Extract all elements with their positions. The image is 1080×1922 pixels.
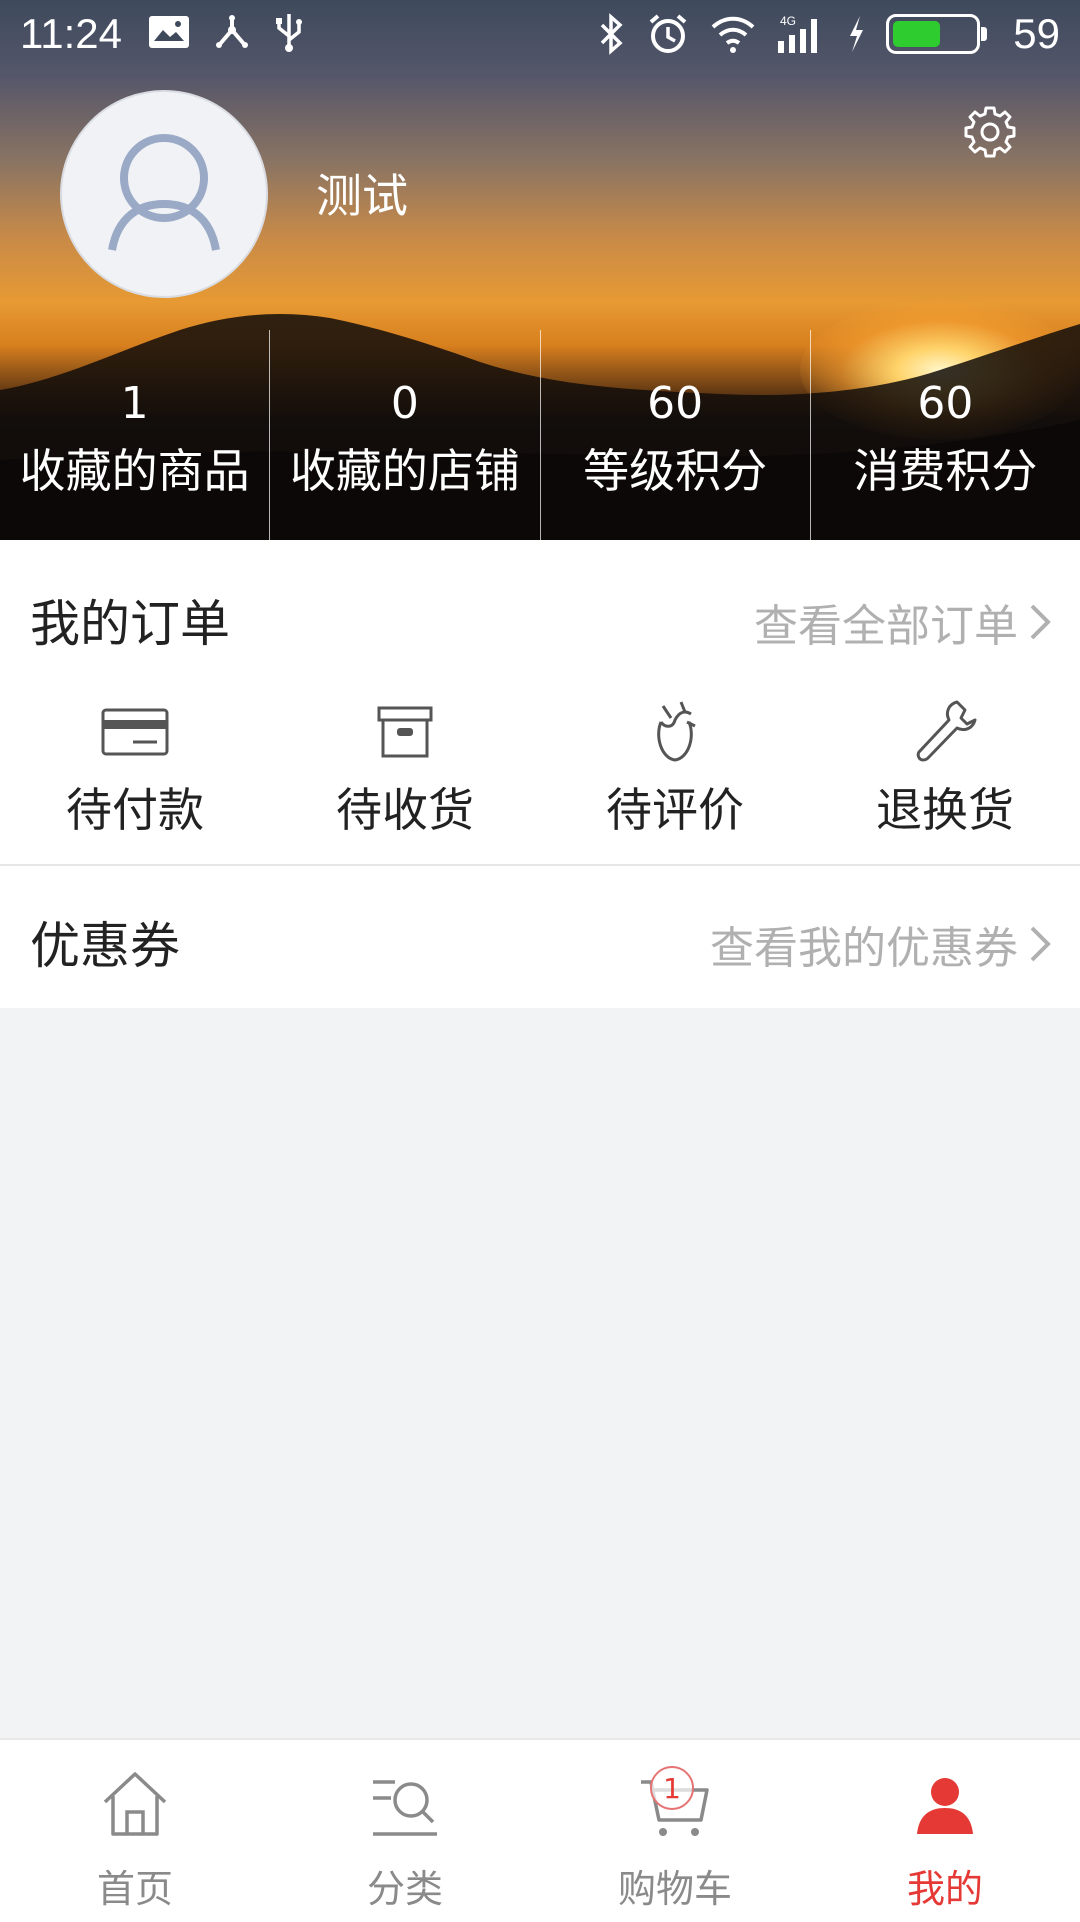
tab-label: 分类 bbox=[366, 1867, 443, 1911]
battery-icon bbox=[886, 14, 987, 54]
status-bar: 11:24 4G 59 bbox=[0, 0, 1080, 68]
order-item-label: 退换货 bbox=[876, 783, 1014, 837]
tab-home[interactable]: 首页 bbox=[0, 1740, 270, 1922]
battery-level-fill bbox=[893, 21, 940, 47]
stat-label: 收藏的商品 bbox=[19, 444, 250, 498]
order-pending-receipt[interactable]: 待收货 bbox=[270, 692, 540, 840]
alarm-icon bbox=[649, 14, 687, 53]
tab-mine[interactable]: 我的 bbox=[810, 1740, 1080, 1922]
usb-icon bbox=[276, 14, 302, 52]
wrench-icon bbox=[916, 700, 977, 762]
stat-label: 收藏的店铺 bbox=[289, 444, 520, 498]
avatar[interactable] bbox=[60, 90, 268, 298]
my-orders-section: 我的订单 查看全部订单 待付款 待收货 待评价 退换货 bbox=[0, 540, 1080, 864]
cart-badge: 1 bbox=[650, 1766, 694, 1810]
tab-label: 首页 bbox=[96, 1867, 173, 1911]
wifi-icon bbox=[711, 16, 755, 53]
image-icon bbox=[149, 16, 189, 48]
signal-icon: 4G bbox=[778, 14, 817, 53]
username: 测试 bbox=[316, 169, 408, 223]
view-all-orders-link[interactable]: 查看全部订单 bbox=[754, 590, 1052, 654]
stat-value: 60 bbox=[917, 378, 974, 429]
stats-row: 1 收藏的商品 0 收藏的店铺 60 等级积分 60 消费积分 bbox=[0, 330, 1080, 540]
stat-favorite-shops[interactable]: 0 收藏的店铺 bbox=[269, 330, 539, 540]
order-item-label: 待付款 bbox=[66, 783, 204, 837]
flower-icon bbox=[657, 701, 696, 762]
view-coupons-link[interactable]: 查看我的优惠券 bbox=[710, 912, 1052, 976]
chevron-right-icon bbox=[1030, 926, 1051, 962]
share-icon bbox=[216, 15, 248, 48]
stat-value: 1 bbox=[120, 378, 149, 429]
bottom-tab-bar: 首页 分类 购物车 我的 bbox=[0, 1738, 1080, 1922]
orders-title: 我的订单 bbox=[30, 595, 230, 653]
stat-label: 消费积分 bbox=[853, 444, 1038, 498]
network-type: 4G bbox=[780, 14, 796, 28]
view-coupons-label: 查看我的优惠券 bbox=[710, 923, 1018, 974]
person-icon bbox=[917, 1778, 973, 1834]
coupons-title: 优惠券 bbox=[30, 917, 180, 975]
user-avatar-icon bbox=[108, 134, 220, 251]
profile-header: 11:24 4G 59 测试 1 收藏的商品 0 收藏的店铺 60 等级积分 6… bbox=[0, 0, 1080, 540]
stat-label: 等级积分 bbox=[583, 444, 768, 498]
charging-icon bbox=[850, 16, 863, 52]
card-icon bbox=[101, 708, 169, 756]
order-item-label: 待评价 bbox=[606, 783, 744, 837]
status-time: 11:24 bbox=[20, 10, 122, 57]
stat-level-points[interactable]: 60 等级积分 bbox=[539, 330, 810, 540]
box-icon bbox=[377, 706, 433, 758]
tab-category[interactable]: 分类 bbox=[270, 1740, 540, 1922]
tab-label: 我的 bbox=[906, 1867, 983, 1911]
order-item-label: 待收货 bbox=[336, 783, 474, 837]
bluetooth-icon bbox=[600, 13, 623, 55]
stat-consumption-points[interactable]: 60 消费积分 bbox=[809, 330, 1080, 540]
coupons-section[interactable]: 优惠券 查看我的优惠券 bbox=[0, 866, 1080, 1008]
view-all-orders-label: 查看全部订单 bbox=[754, 601, 1018, 652]
order-pending-review[interactable]: 待评价 bbox=[540, 692, 810, 840]
order-returns[interactable]: 退换货 bbox=[810, 692, 1080, 840]
order-pending-payment[interactable]: 待付款 bbox=[0, 692, 270, 840]
stat-value: 0 bbox=[390, 378, 419, 429]
battery-percentage: 59 bbox=[1013, 10, 1060, 57]
stat-value: 60 bbox=[647, 378, 704, 429]
stat-favorite-goods[interactable]: 1 收藏的商品 bbox=[0, 330, 269, 540]
chevron-right-icon bbox=[1030, 604, 1051, 640]
home-icon bbox=[103, 1772, 167, 1836]
tab-label: 购物车 bbox=[617, 1867, 732, 1911]
category-search-icon bbox=[373, 1780, 437, 1836]
gear-icon[interactable] bbox=[960, 102, 1020, 162]
